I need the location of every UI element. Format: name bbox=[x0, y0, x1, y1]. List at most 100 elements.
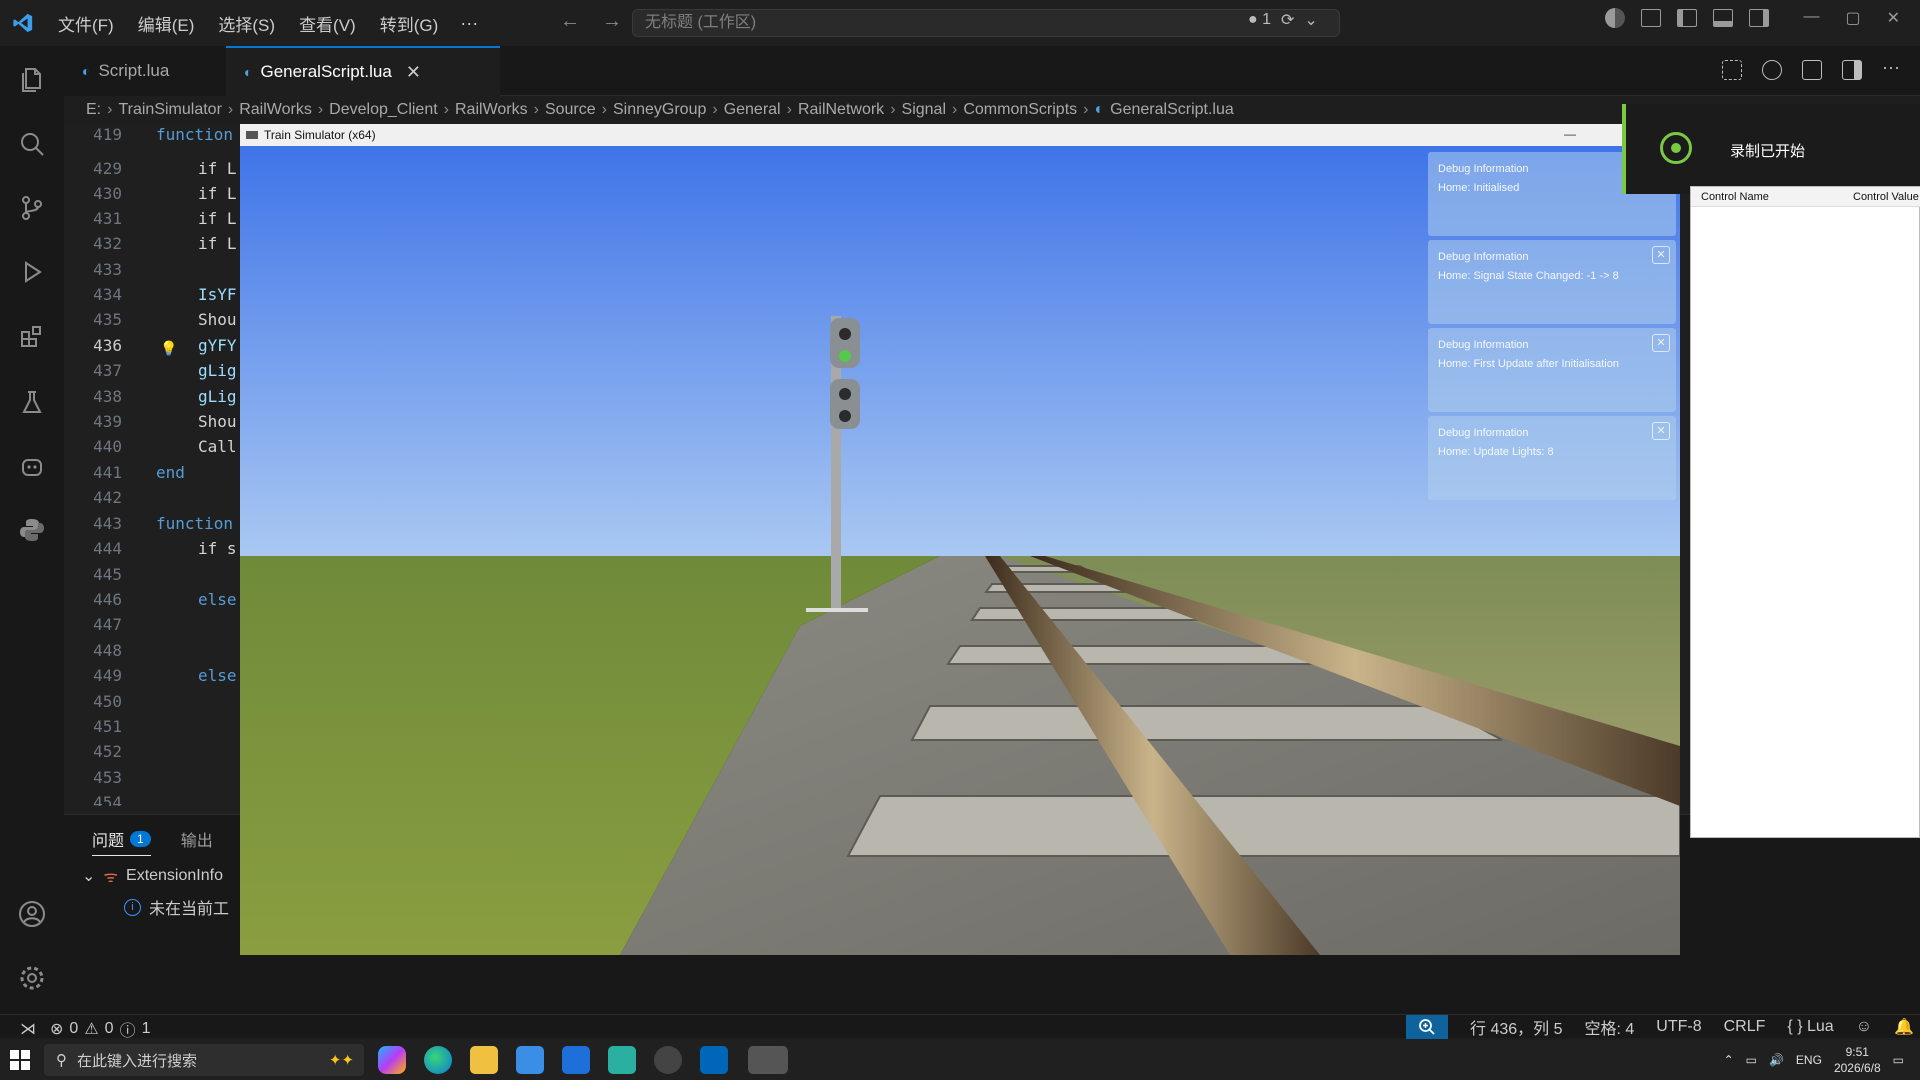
breadcrumb-item[interactable]: SinneyGroup bbox=[613, 101, 706, 119]
sync-icon[interactable]: ⟳ bbox=[1281, 10, 1294, 30]
column-header-control-name[interactable]: Control Name bbox=[1701, 191, 1769, 203]
minimize-button[interactable]: — bbox=[1803, 8, 1819, 28]
game-viewport[interactable]: Debug Information Home: Initialised Debu… bbox=[240, 146, 1680, 955]
breadcrumb-item[interactable]: Signal bbox=[902, 101, 946, 119]
language-mode[interactable]: { } Lua bbox=[1787, 1018, 1833, 1036]
breadcrumb-item[interactable]: E: bbox=[86, 101, 101, 119]
tray-chevron-up-icon[interactable]: ⌃ bbox=[1724, 1053, 1734, 1067]
encoding[interactable]: UTF-8 bbox=[1656, 1018, 1701, 1036]
store-icon[interactable] bbox=[516, 1046, 544, 1074]
close-window-button[interactable]: ✕ bbox=[1887, 8, 1900, 28]
cursor-position[interactable]: 行 436，列 5 bbox=[1470, 1015, 1563, 1039]
toggle-panel-icon[interactable] bbox=[1713, 9, 1734, 27]
maximize-button[interactable]: ▢ bbox=[1845, 8, 1860, 28]
menu-more-button[interactable]: ··· bbox=[450, 13, 488, 34]
toggle-secondary-sidebar-icon[interactable] bbox=[1749, 9, 1770, 27]
run-debug-icon[interactable] bbox=[16, 256, 48, 288]
breadcrumb-item[interactable]: Source bbox=[545, 101, 596, 119]
zoom-icon[interactable] bbox=[1406, 1015, 1448, 1039]
column-header-control-value[interactable]: Control Value bbox=[1853, 191, 1919, 203]
indentation[interactable]: 空格: 4 bbox=[1585, 1015, 1635, 1039]
fullscreen-icon[interactable] bbox=[1722, 60, 1743, 80]
menu-view[interactable]: 查看(V) bbox=[287, 11, 368, 36]
breadcrumb-item[interactable]: CommonScripts bbox=[963, 101, 1077, 119]
control-values-window[interactable]: Control Name Control Value bbox=[1690, 186, 1920, 838]
breadcrumb-item[interactable]: RailNetwork bbox=[798, 101, 884, 119]
code-line: 444 if s bbox=[93, 539, 237, 558]
volume-icon[interactable]: 🔊 bbox=[1769, 1053, 1784, 1067]
copilot-chat-icon[interactable] bbox=[16, 450, 48, 482]
toggle-sidebar-icon[interactable] bbox=[1677, 9, 1698, 27]
explorer-icon[interactable] bbox=[16, 64, 48, 96]
input-language[interactable]: ENG bbox=[1796, 1053, 1822, 1067]
app-icon[interactable] bbox=[608, 1046, 636, 1074]
forward-arrow-icon[interactable]: → bbox=[602, 10, 622, 33]
layout-toggle-icon[interactable] bbox=[1641, 9, 1662, 27]
windows-start-icon[interactable] bbox=[10, 1050, 30, 1075]
more-actions-icon[interactable]: ··· bbox=[1882, 58, 1900, 80]
code-line: 451 bbox=[93, 717, 122, 736]
extensions-icon[interactable] bbox=[16, 320, 48, 352]
remote-icon[interactable]: ⋊ bbox=[20, 1019, 36, 1039]
close-tab-icon[interactable]: ✕ bbox=[406, 62, 421, 83]
menu-edit[interactable]: 编辑(E) bbox=[126, 11, 207, 36]
breadcrumb-item[interactable]: RailWorks bbox=[455, 101, 528, 119]
command-center-search[interactable]: 无标题 (工作区) bbox=[632, 9, 1340, 37]
lua-file-icon: ◐ bbox=[244, 64, 253, 80]
table-header: Control Name Control Value bbox=[1691, 187, 1920, 207]
train-simulator-window[interactable]: Train Simulator (x64) — Debug Informatio… bbox=[240, 124, 1680, 955]
breadcrumb-item[interactable]: General bbox=[724, 101, 781, 119]
vscode-taskbar-icon[interactable] bbox=[700, 1046, 728, 1074]
debug-text: Home: First Update after Initialisation bbox=[1438, 358, 1619, 370]
train-simulator-taskbar-icon[interactable] bbox=[748, 1046, 788, 1074]
close-icon[interactable]: ✕ bbox=[1652, 422, 1670, 440]
mail-icon[interactable] bbox=[562, 1046, 590, 1074]
compare-icon[interactable] bbox=[1802, 60, 1823, 80]
close-icon[interactable]: ✕ bbox=[1652, 246, 1670, 264]
taskbar-search-input[interactable]: ⚲ 在此键入进行搜索 ✦✦ bbox=[44, 1044, 364, 1076]
close-icon[interactable]: ✕ bbox=[1652, 334, 1670, 352]
tab-output[interactable]: 输出 bbox=[181, 827, 213, 856]
clock[interactable]: 9:51 2026/6/8 bbox=[1834, 1044, 1881, 1076]
notifications-bell-icon[interactable]: 🔔 bbox=[1894, 1017, 1914, 1037]
indicator-count[interactable]: ● 1 bbox=[1248, 11, 1271, 29]
edge-browser-icon[interactable] bbox=[424, 1046, 452, 1074]
breadcrumb-item[interactable]: GeneralScript.lua bbox=[1110, 101, 1234, 119]
code-line: 440 Call bbox=[93, 437, 237, 456]
line-ending[interactable]: CRLF bbox=[1724, 1018, 1766, 1036]
settings-gear-icon[interactable] bbox=[16, 962, 48, 994]
menu-file[interactable]: 文件(F) bbox=[46, 11, 126, 36]
breadcrumb-item[interactable]: Develop_Client bbox=[329, 101, 438, 119]
chevron-down-icon[interactable]: ⌄ bbox=[1304, 10, 1317, 30]
source-control-icon[interactable] bbox=[16, 192, 48, 224]
code-line: 448 bbox=[93, 641, 122, 660]
problems-summary[interactable]: ⊗ 0 ⚠ 0 ⓘ 1 bbox=[50, 1017, 150, 1041]
back-arrow-icon[interactable]: ← bbox=[560, 10, 580, 33]
minimize-button[interactable]: — bbox=[1564, 127, 1576, 141]
search-icon[interactable] bbox=[16, 128, 48, 160]
menu-goto[interactable]: 转到(G) bbox=[368, 11, 451, 36]
copilot-app-icon[interactable] bbox=[378, 1046, 406, 1074]
problem-group-label: ExtensionInfo bbox=[126, 867, 223, 884]
copilot-edit-icon[interactable] bbox=[1762, 60, 1783, 80]
problem-item-row[interactable]: i 未在当前工 bbox=[124, 895, 229, 919]
copilot-icon[interactable] bbox=[1605, 8, 1626, 28]
vscode-logo-icon[interactable] bbox=[0, 0, 46, 46]
account-icon[interactable] bbox=[16, 898, 48, 930]
notification-center-icon[interactable]: ▭ bbox=[1893, 1053, 1904, 1067]
menu-selection[interactable]: 选择(S) bbox=[206, 11, 287, 36]
network-icon[interactable]: ▭ bbox=[1746, 1053, 1757, 1067]
testing-icon[interactable] bbox=[16, 386, 48, 418]
tab-generalscript-lua[interactable]: ◐ GeneralScript.lua ✕ bbox=[226, 46, 500, 96]
copilot-status-icon[interactable]: ☺ bbox=[1856, 1018, 1872, 1036]
problem-group-row[interactable]: ⌄ ᯤ ExtensionInfo bbox=[82, 865, 223, 887]
split-editor-icon[interactable] bbox=[1842, 60, 1863, 80]
tab-script-lua[interactable]: ◐ Script.lua bbox=[64, 46, 226, 96]
settings-app-icon[interactable] bbox=[654, 1046, 682, 1074]
file-explorer-icon[interactable] bbox=[470, 1046, 498, 1074]
breadcrumb-item[interactable]: TrainSimulator bbox=[118, 101, 221, 119]
tab-problems[interactable]: 问题 1 bbox=[92, 827, 151, 856]
breadcrumb-item[interactable]: RailWorks bbox=[239, 101, 312, 119]
python-icon[interactable] bbox=[16, 514, 48, 546]
tab-label: Script.lua bbox=[98, 61, 170, 80]
